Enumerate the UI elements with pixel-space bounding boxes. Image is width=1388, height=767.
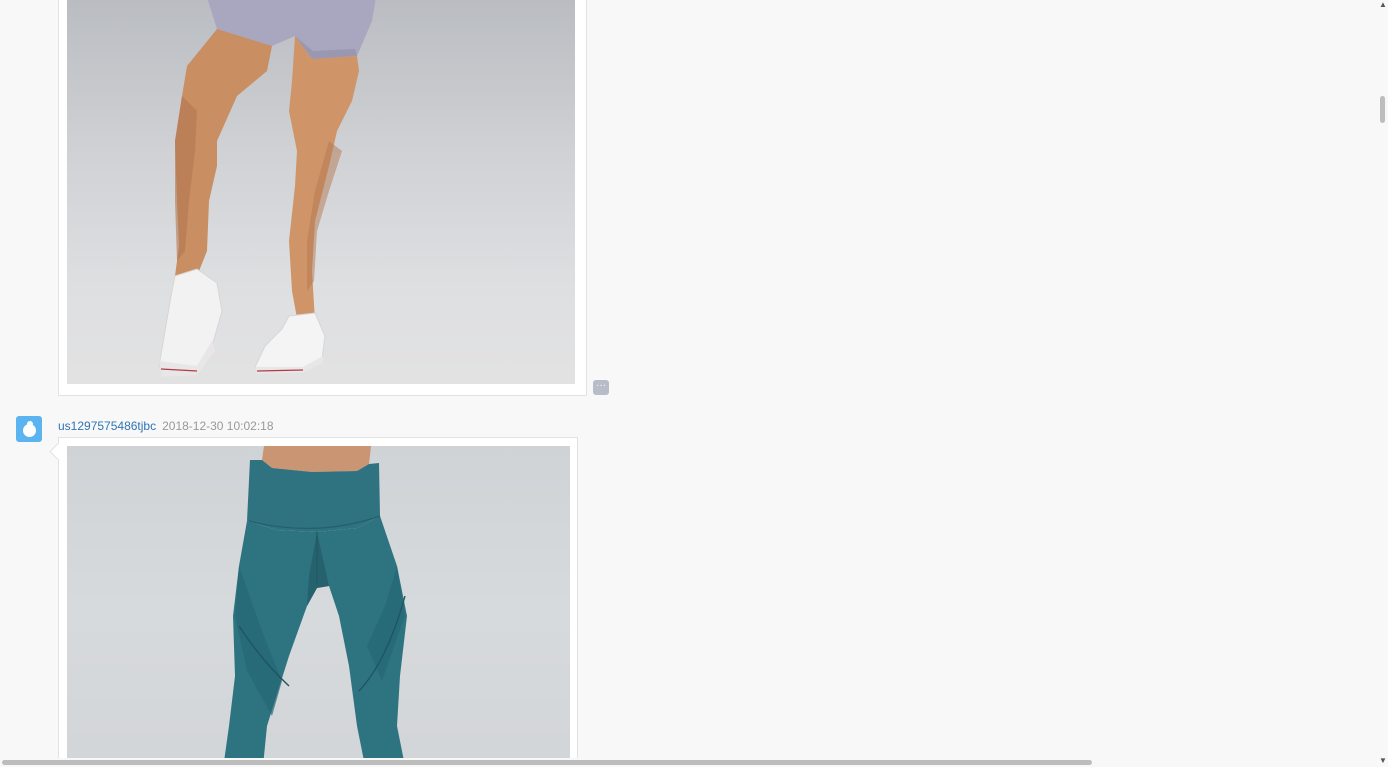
scroll-up-arrow-icon[interactable]: ▲	[1378, 0, 1388, 10]
message-header: us1297575486tjbc 2018-12-30 10:02:18	[58, 418, 274, 434]
more-options-button[interactable]: ···	[593, 380, 609, 395]
username-link[interactable]: us1297575486tjbc	[58, 419, 156, 433]
message-image[interactable]	[67, 446, 570, 767]
message-timestamp: 2018-12-30 10:02:18	[162, 419, 274, 433]
horizontal-scrollbar[interactable]	[0, 758, 1378, 767]
message-image[interactable]	[67, 0, 575, 384]
chat-viewport: ··· us1297575486tjbc 2018-12-30 10:02:18	[0, 0, 1388, 767]
user-avatar-icon[interactable]	[16, 416, 42, 442]
scroll-down-arrow-icon[interactable]: ▼	[1378, 756, 1388, 766]
bubble-tail	[49, 442, 68, 461]
vertical-scrollbar[interactable]: ▲ ▼	[1378, 0, 1388, 765]
message-bubble	[49, 437, 578, 767]
teal-leggings-photo	[223, 446, 407, 767]
message-bubble	[58, 0, 587, 396]
horizontal-scroll-thumb[interactable]	[2, 760, 1092, 765]
vertical-scroll-thumb[interactable]	[1380, 96, 1385, 123]
legs-shorts-photo	[158, 0, 376, 377]
more-options-icon: ···	[596, 380, 606, 391]
